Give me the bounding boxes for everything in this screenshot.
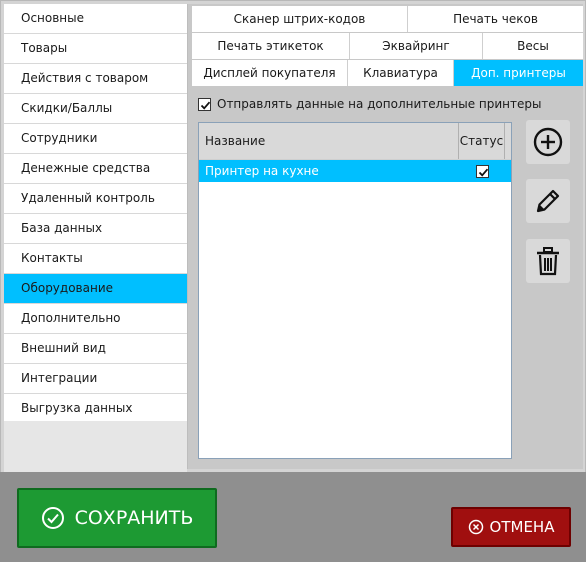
sidebar-item-integrations[interactable]: Интеграции <box>4 364 187 394</box>
tab-extra-printers[interactable]: Доп. принтеры <box>454 60 583 86</box>
checkmark-icon <box>200 101 211 110</box>
tab-row-3: Дисплей покупателя Клавиатура Доп. принт… <box>192 60 583 86</box>
add-printer-button[interactable] <box>526 120 570 164</box>
save-button-label: СОХРАНИТЬ <box>74 507 194 529</box>
close-circle-icon <box>468 519 483 535</box>
sidebar-item-additional[interactable]: Дополнительно <box>4 304 187 334</box>
tab-keyboard[interactable]: Клавиатура <box>348 60 454 86</box>
save-button[interactable]: СОХРАНИТЬ <box>17 488 217 548</box>
sidebar-item-products[interactable]: Товары <box>4 34 187 64</box>
sidebar-item-data-export[interactable]: Выгрузка данных <box>4 394 187 424</box>
tab-label-printing[interactable]: Печать этикеток <box>192 33 350 59</box>
sidebar-item-equipment[interactable]: Оборудование <box>4 274 187 304</box>
tab-barcode-scanner[interactable]: Сканер штрих-кодов <box>192 6 408 32</box>
header-filler <box>505 123 511 159</box>
printer-status-cell <box>459 160 505 182</box>
cancel-button[interactable]: ОТМЕНА <box>451 507 571 547</box>
tab-customer-display[interactable]: Дисплей покупателя <box>192 60 348 86</box>
delete-printer-button[interactable] <box>526 239 570 283</box>
sidebar-item-cash[interactable]: Денежные средства <box>4 154 187 184</box>
send-to-printers-label: Отправлять данные на дополнительные прин… <box>217 97 542 111</box>
sidebar-item-product-actions[interactable]: Действия с товаром <box>4 64 187 94</box>
table-row[interactable]: Принтер на кухне <box>199 160 511 182</box>
plus-circle-icon <box>533 127 563 157</box>
check-circle-icon <box>41 507 64 529</box>
settings-sidebar: Основные Товары Действия с товаром Скидк… <box>4 4 187 424</box>
tab-scales[interactable]: Весы <box>483 33 583 59</box>
sidebar-empty-area <box>4 421 187 472</box>
equipment-panel: Сканер штрих-кодов Печать чеков Печать э… <box>187 4 583 469</box>
tab-row-1: Сканер штрих-кодов Печать чеков <box>192 6 583 32</box>
send-to-printers-checkbox[interactable] <box>198 97 211 111</box>
printer-name-cell: Принтер на кухне <box>205 164 319 178</box>
pencil-icon <box>536 189 560 213</box>
tab-row-2: Печать этикеток Эквайринг Весы <box>192 33 583 59</box>
sidebar-item-basic[interactable]: Основные <box>4 4 187 34</box>
trash-icon <box>537 247 559 276</box>
sidebar-item-appearance[interactable]: Внешний вид <box>4 334 187 364</box>
sidebar-item-discounts[interactable]: Скидки/Баллы <box>4 94 187 124</box>
tab-receipt-printing[interactable]: Печать чеков <box>408 6 583 32</box>
table-header: Название Статус <box>199 123 511 160</box>
sidebar-item-contacts[interactable]: Контакты <box>4 244 187 274</box>
sidebar-item-database[interactable]: База данных <box>4 214 187 244</box>
printers-table: Название Статус Принтер на кухне <box>198 122 512 459</box>
column-header-name[interactable]: Название <box>199 123 459 159</box>
tab-acquiring[interactable]: Эквайринг <box>350 33 483 59</box>
sidebar-item-employees[interactable]: Сотрудники <box>4 124 187 154</box>
cancel-button-label: ОТМЕНА <box>489 518 555 536</box>
edit-printer-button[interactable] <box>526 179 570 223</box>
checkmark-icon <box>478 168 488 177</box>
printer-status-checkbox[interactable] <box>475 164 489 178</box>
sidebar-item-remote-control[interactable]: Удаленный контроль <box>4 184 187 214</box>
send-to-printers-option: Отправлять данные на дополнительные прин… <box>198 97 541 111</box>
column-header-status[interactable]: Статус <box>459 123 505 159</box>
